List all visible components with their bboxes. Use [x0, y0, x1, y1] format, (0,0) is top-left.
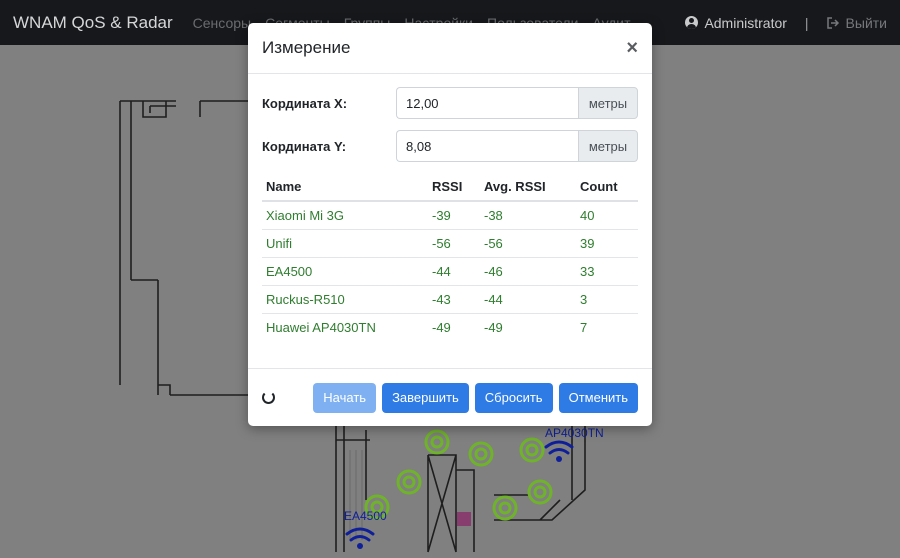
coord-y-unit: метры: [578, 130, 638, 162]
ap-label-ea4500: EA4500: [344, 509, 387, 523]
cancel-button[interactable]: Отменить: [558, 382, 638, 413]
brand-logo[interactable]: WNAM QoS & Radar: [13, 13, 173, 33]
col-header-name: Name: [262, 173, 428, 202]
user-circle-icon: [685, 16, 699, 29]
sign-out-icon: [826, 16, 839, 29]
measurement-modal: Измерение × Кордината X: метры Кордината…: [248, 23, 652, 426]
start-button[interactable]: Начать: [313, 382, 377, 413]
cell-name: Unifi: [262, 229, 428, 258]
cell-rssi: -49: [432, 319, 451, 335]
device-marker[interactable]: [457, 512, 471, 526]
cell-name: Ruckus-R510: [262, 285, 428, 314]
coord-x-unit: метры: [578, 87, 638, 119]
coord-x-row: Кордината X: метры: [262, 87, 638, 119]
coord-y-input[interactable]: [396, 130, 578, 162]
cell-name: EA4500: [262, 257, 428, 286]
nav-separator: |: [804, 14, 809, 31]
cell-count: 33: [576, 257, 638, 286]
cell-rssi: -56: [428, 229, 480, 258]
cell-avg-rssi: -38: [480, 201, 576, 230]
cell-name: Huawei AP4030TN: [266, 319, 376, 335]
table-row: Xiaomi Mi 3G -39 -38 40: [262, 201, 638, 230]
coord-x-label: Кордината X:: [262, 95, 348, 111]
table-row: Ruckus-R510 -43 -44 3: [262, 285, 638, 314]
cell-count: 7: [580, 319, 588, 335]
col-header-count: Count: [576, 173, 638, 202]
modal-body: Кордината X: метры Кордината Y: метры Na…: [248, 74, 652, 341]
cell-rssi: -39: [428, 201, 480, 230]
ap-label-ap4030tn: AP4030TN: [545, 426, 604, 440]
loading-spinner-icon: [262, 391, 275, 404]
col-header-avg-rssi: Avg. RSSI: [480, 173, 576, 202]
modal-header: Измерение ×: [248, 23, 652, 74]
table-row: Huawei AP4030TN -49 -49 7: [262, 313, 638, 341]
coord-x-input-group: метры: [396, 87, 638, 119]
user-name: Administrator: [704, 14, 787, 31]
coord-y-input-group: метры: [396, 130, 638, 162]
close-icon[interactable]: ×: [626, 38, 638, 58]
table-row: EA4500 -44 -46 33: [262, 257, 638, 286]
col-header-rssi: RSSI: [428, 173, 480, 202]
table-row: Unifi -56 -56 39: [262, 229, 638, 258]
logout-label: Выйти: [845, 14, 887, 31]
cell-avg-rssi: -56: [480, 229, 576, 258]
cell-avg-rssi: -49: [484, 319, 503, 335]
modal-title: Измерение: [262, 38, 351, 57]
table-header-row: Name RSSI Avg. RSSI Count: [262, 173, 638, 202]
cell-rssi: -44: [428, 257, 480, 286]
cell-name: Xiaomi Mi 3G: [262, 201, 428, 230]
coord-x-input[interactable]: [396, 87, 578, 119]
nav-item-sensors[interactable]: Сенсоры: [193, 15, 251, 31]
cell-count: 3: [576, 285, 638, 314]
coord-y-label: Кордината Y:: [262, 138, 347, 154]
cell-avg-rssi: -44: [480, 285, 576, 314]
modal-footer: Начать Завершить Сбросить Отменить: [248, 368, 652, 426]
reset-button[interactable]: Сбросить: [474, 382, 553, 413]
footer-buttons: Начать Завершить Сбросить Отменить: [313, 382, 638, 413]
cell-count: 40: [576, 201, 638, 230]
finish-button[interactable]: Завершить: [382, 382, 469, 413]
access-points-table: Name RSSI Avg. RSSI Count Xiaomi Mi 3G -…: [262, 173, 638, 341]
cell-count: 39: [576, 229, 638, 258]
coord-y-row: Кордината Y: метры: [262, 130, 638, 162]
cell-avg-rssi: -46: [480, 257, 576, 286]
nav-right: Administrator | Выйти: [685, 15, 887, 31]
cell-rssi: -43: [428, 285, 480, 314]
logout-link[interactable]: Выйти: [826, 14, 887, 31]
user-menu[interactable]: Administrator: [685, 14, 787, 31]
